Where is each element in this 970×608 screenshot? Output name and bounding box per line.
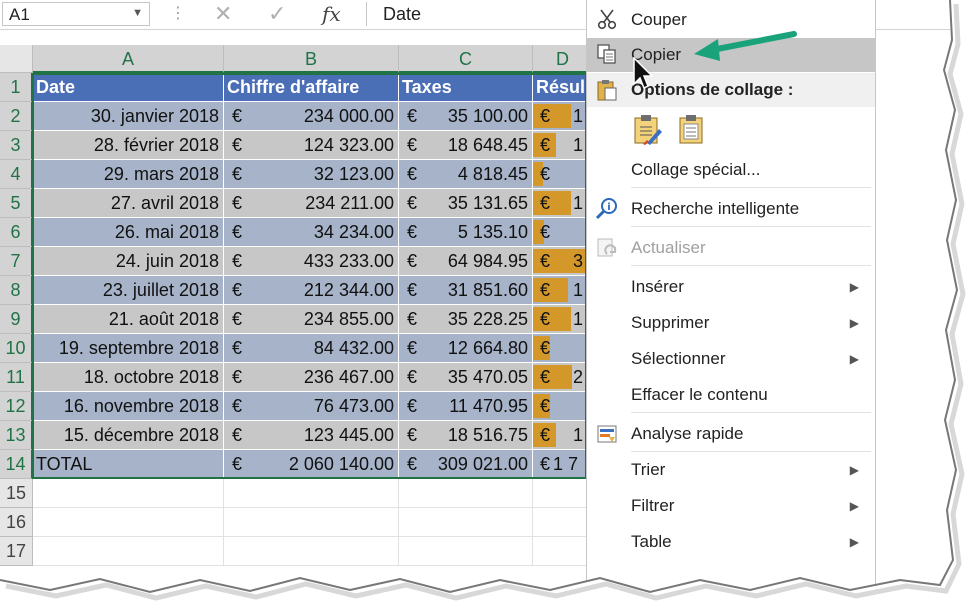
torn-edge-shadow	[0, 0, 970, 608]
